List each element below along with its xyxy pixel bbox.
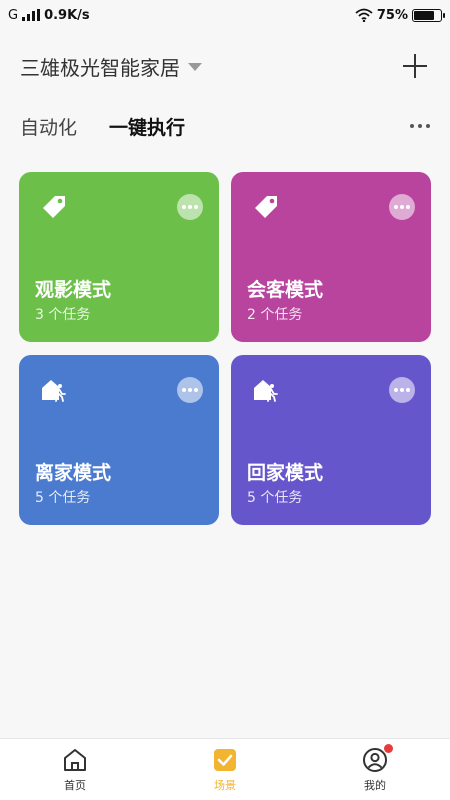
scene-check-icon — [214, 748, 236, 771]
profile-icon-wrap — [362, 743, 393, 773]
leave-home-icon — [42, 380, 66, 402]
more-dots-icon[interactable] — [410, 124, 430, 128]
nav-home[interactable]: 首页 — [0, 739, 150, 800]
scene-card[interactable]: 观影模式 3 个任务 — [19, 172, 219, 342]
scene-more-button[interactable] — [177, 194, 203, 220]
scene-title: 观影模式 — [35, 279, 112, 301]
scene-card[interactable]: 回家模式 5 个任务 — [231, 355, 431, 525]
tab-one-tap[interactable]: 一键执行 — [109, 113, 185, 140]
add-scene-button[interactable] — [400, 51, 430, 81]
tag-icon — [43, 196, 65, 218]
scene-grid: 观影模式 3 个任务 会客模式 2 个任务 离家模式 5 个任务 回家模式 5 … — [19, 172, 431, 525]
home-icon — [64, 748, 86, 771]
nav-label: 场景 — [214, 778, 236, 792]
scene-tabs: 自动化 一键执行 — [20, 110, 430, 142]
scene-card[interactable]: 离家模式 5 个任务 — [19, 355, 219, 525]
caret-down-icon — [188, 63, 202, 71]
nav-label: 首页 — [64, 778, 86, 792]
scene-task-count: 2 个任务 — [247, 307, 303, 323]
header: 三雄极光智能家居 — [20, 48, 430, 84]
scene-more-button[interactable] — [389, 377, 415, 403]
arrive-home-icon — [254, 380, 278, 402]
bottom-nav: 首页 场景 我的 — [0, 738, 450, 800]
tab-automation[interactable]: 自动化 — [20, 113, 77, 140]
scene-more-button[interactable] — [177, 377, 203, 403]
scene-task-count: 3 个任务 — [35, 307, 91, 323]
nav-profile[interactable]: 我的 — [300, 739, 450, 800]
scene-title: 回家模式 — [247, 462, 324, 484]
battery-icon — [412, 8, 445, 22]
battery-percent: 75% — [376, 7, 408, 23]
network-speed: 0.9K/s — [44, 7, 90, 23]
nav-scene[interactable]: 场景 — [150, 739, 300, 800]
network-type: G — [8, 7, 19, 23]
battery-level — [414, 10, 434, 20]
notification-badge — [384, 743, 393, 753]
wifi-icon — [355, 8, 373, 22]
home-selector[interactable]: 三雄极光智能家居 — [20, 52, 202, 81]
scene-more-button[interactable] — [389, 194, 415, 220]
status-bar: G 0.9K/s 75% — [0, 0, 450, 30]
tag-icon — [255, 196, 277, 218]
nav-label: 我的 — [364, 778, 386, 792]
home-name: 三雄极光智能家居 — [20, 55, 180, 80]
scene-card[interactable]: 会客模式 2 个任务 — [231, 172, 431, 342]
scene-task-count: 5 个任务 — [35, 490, 91, 506]
signal-icon — [22, 9, 41, 21]
scene-title: 会客模式 — [247, 279, 324, 301]
scene-task-count: 5 个任务 — [247, 490, 303, 506]
scene-title: 离家模式 — [35, 462, 112, 484]
